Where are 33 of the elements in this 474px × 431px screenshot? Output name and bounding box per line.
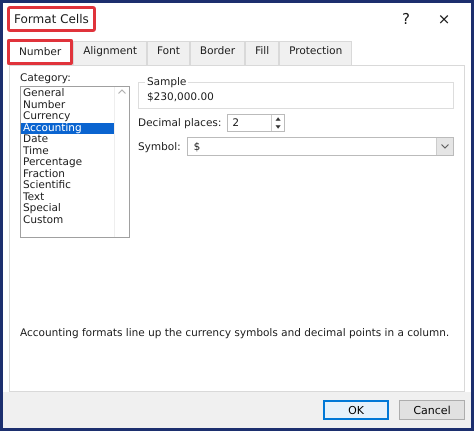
sample-label: Sample xyxy=(145,76,188,88)
list-item[interactable]: Currency xyxy=(21,111,114,122)
list-item[interactable]: Fraction xyxy=(21,168,114,180)
tab[interactable]: Font xyxy=(147,41,190,65)
description-text: Accounting formats line up the currency symbols and decimal points in a column. xyxy=(20,327,450,339)
decimal-places-label: Decimal places: xyxy=(138,117,222,129)
list-item[interactable]: Number xyxy=(21,100,114,111)
window-title: Format Cells xyxy=(7,6,96,32)
tab[interactable]: Border xyxy=(190,41,246,65)
help-button[interactable]: ? xyxy=(387,10,425,28)
sample-value: $230,000.00 xyxy=(147,91,214,103)
tab[interactable]: Fill xyxy=(245,41,280,65)
chevron-down-icon xyxy=(441,144,449,149)
tab[interactable]: Number xyxy=(7,39,74,65)
list-item[interactable]: Date xyxy=(21,134,114,146)
close-button[interactable]: × xyxy=(425,10,463,28)
category-label: Category: xyxy=(20,72,72,84)
list-item[interactable]: Scientific xyxy=(21,180,114,192)
list-item[interactable]: Text xyxy=(21,192,114,203)
list-item[interactable]: Percentage xyxy=(21,157,114,168)
symbol-dropdown[interactable]: $ xyxy=(186,137,454,156)
symbol-label: Symbol: xyxy=(138,140,181,152)
ok-button[interactable]: OK xyxy=(323,400,389,420)
cancel-button[interactable]: Cancel xyxy=(399,400,465,420)
list-item[interactable]: Accounting xyxy=(21,122,114,134)
tab[interactable]: Alignment xyxy=(73,41,147,65)
list-item[interactable]: Special xyxy=(21,203,114,214)
list-item[interactable]: General xyxy=(21,88,114,100)
tab[interactable]: Protection xyxy=(279,41,352,65)
list-item[interactable]: Custom xyxy=(21,214,114,226)
category-list[interactable]: General Number Currency Accounting Date Time Percentage Fraction Scientific Text Special Custom xyxy=(20,86,130,238)
decimal-places-field[interactable]: 2 xyxy=(227,114,286,132)
list-item[interactable]: Time xyxy=(21,146,114,157)
